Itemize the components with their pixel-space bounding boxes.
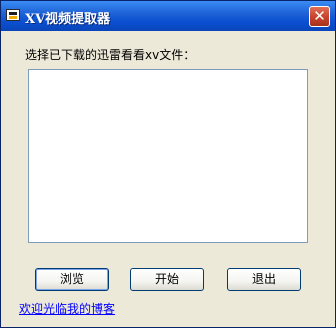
app-icon bbox=[6, 9, 20, 21]
app-window: XV视频提取器 ✕ 选择已下载的迅雷看看xv文件： 浏览 开始 退出 欢迎光临我… bbox=[0, 0, 336, 328]
file-select-label: 选择已下载的迅雷看看xv文件： bbox=[25, 48, 196, 62]
exit-button[interactable]: 退出 bbox=[227, 268, 301, 291]
window-title: XV视频提取器 bbox=[25, 12, 111, 27]
blog-link[interactable]: 欢迎光临我的博客 bbox=[19, 300, 115, 317]
browse-button[interactable]: 浏览 bbox=[35, 268, 109, 291]
start-button[interactable]: 开始 bbox=[130, 268, 204, 291]
file-list[interactable] bbox=[28, 69, 308, 243]
close-icon: ✕ bbox=[313, 7, 326, 25]
close-button[interactable]: ✕ bbox=[309, 6, 330, 27]
title-bar[interactable]: XV视频提取器 ✕ bbox=[1, 1, 335, 31]
